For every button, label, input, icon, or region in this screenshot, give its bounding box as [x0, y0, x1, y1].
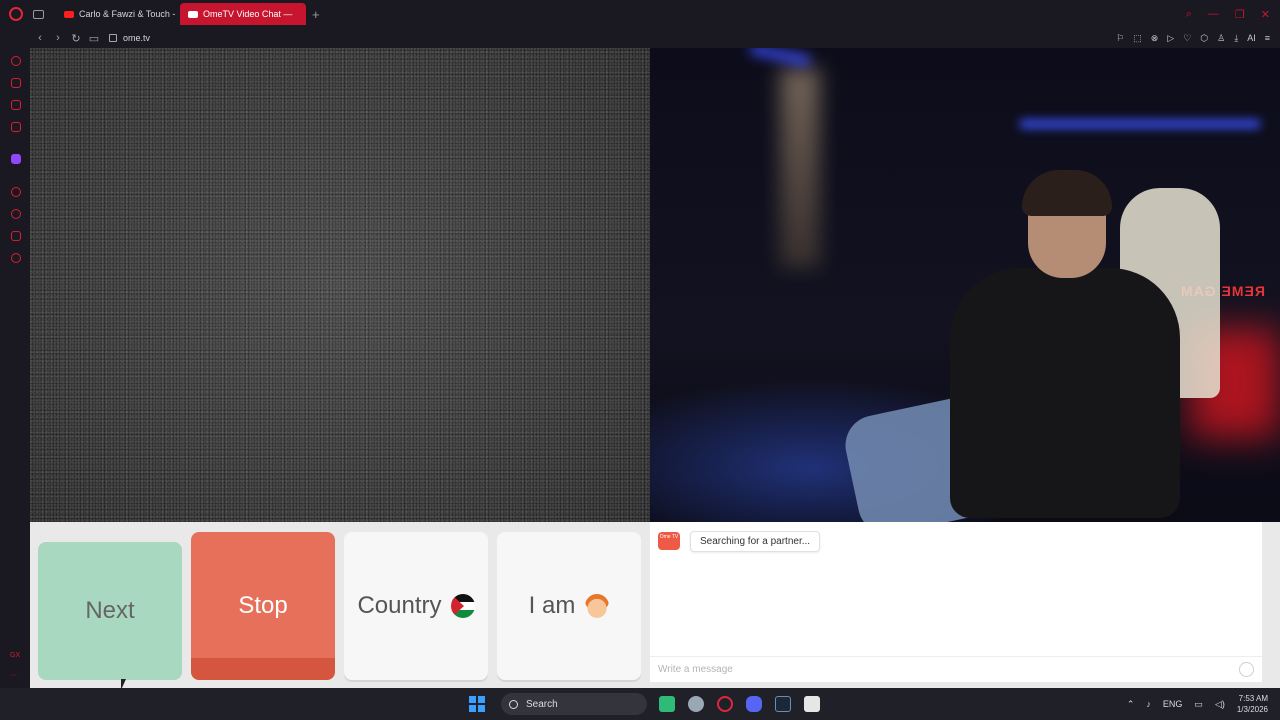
lock-icon: [109, 34, 117, 42]
microphone-icon[interactable]: ♪: [1146, 699, 1151, 709]
gx-control-icon[interactable]: [11, 56, 21, 66]
neon-light: [749, 48, 811, 67]
gx-label[interactable]: GX: [10, 652, 20, 659]
emoji-icon[interactable]: [1239, 662, 1254, 677]
heart-icon[interactable]: ♡: [1183, 33, 1191, 44]
iam-label: I am: [528, 592, 576, 619]
control-panel: Next Stop Country I am: [30, 522, 650, 690]
opera-logo-icon[interactable]: [9, 7, 23, 21]
browser-titlebar: Carlo & Fawzi & Touch - Yo OmeTV Video C…: [0, 0, 1280, 28]
country-label: Country: [357, 592, 442, 619]
messenger-icon[interactable]: [11, 100, 21, 110]
taskbar-search[interactable]: Search: [501, 693, 647, 715]
extensions-icon[interactable]: ⬡: [1200, 33, 1208, 44]
more-icon[interactable]: ···: [10, 672, 17, 679]
back-icon[interactable]: ‹: [31, 32, 49, 44]
adblock-icon[interactable]: ⊗: [1151, 33, 1159, 44]
language-indicator[interactable]: ENG: [1163, 699, 1183, 709]
bookmark-icon[interactable]: ⚐: [1116, 33, 1124, 44]
stop-label: Stop: [238, 592, 288, 619]
browser-sidebar: GX ···: [0, 48, 30, 688]
tab-label: OmeTV Video Chat —: [203, 9, 293, 19]
snapshot-icon[interactable]: ⬚: [1133, 33, 1142, 44]
message-input-area: [650, 656, 1262, 682]
twitch-icon[interactable]: [11, 154, 21, 164]
network-icon[interactable]: ▭: [1194, 699, 1203, 710]
country-button[interactable]: Country: [344, 532, 488, 680]
jordan-flag-icon: [450, 594, 475, 618]
search-icon: [509, 699, 518, 709]
youtube-icon: [64, 10, 74, 18]
mail-icon: [188, 10, 198, 18]
taskbar-center: Search: [469, 688, 833, 720]
toolbar-icons: ⚐ ⬚ ⊗ ▷ ♡ ⬡ ♙ ⤓ AI ≡: [1116, 33, 1270, 44]
tab-youtube[interactable]: Carlo & Fawzi & Touch - Yo: [56, 3, 178, 25]
tab-ometv[interactable]: OmeTV Video Chat —: [180, 3, 306, 25]
settings-gear-icon[interactable]: [688, 696, 704, 712]
next-label: Next: [85, 597, 135, 624]
forward-icon[interactable]: ›: [49, 32, 67, 44]
download-icon[interactable]: ⤓: [1234, 33, 1238, 44]
reload-icon[interactable]: ↻: [67, 32, 85, 45]
minimize-icon[interactable]: —: [1208, 8, 1219, 21]
aria-ai-button[interactable]: AI: [1247, 33, 1256, 43]
search-icon[interactable]: ⌕: [1186, 8, 1192, 21]
close-icon[interactable]: ✕: [1261, 8, 1270, 21]
person-hair: [1022, 170, 1112, 216]
system-tray: ⌃ ♪ ENG ▭ ◁) 7:53 AM 1/3/2026: [1127, 688, 1268, 720]
stop-button[interactable]: Stop: [191, 532, 335, 680]
clock[interactable]: 7:53 AM 1/3/2026: [1237, 693, 1268, 715]
opera-gx-icon[interactable]: [717, 696, 733, 712]
window-controls: ⌕ — ❐ ✕: [1186, 8, 1270, 21]
next-button[interactable]: Next: [38, 542, 182, 680]
date: 1/3/2026: [1236, 705, 1268, 714]
wall-light: [780, 68, 820, 268]
ometv-logo-icon: Ome TV: [658, 532, 680, 550]
time: 7:53 AM: [1238, 694, 1268, 703]
shop-icon[interactable]: [11, 78, 21, 88]
neon-light: [1020, 120, 1260, 128]
app-icon[interactable]: [659, 696, 675, 712]
chat-panel: Ome TV Searching for a partner...: [650, 522, 1262, 682]
menu-icon[interactable]: ≡: [1265, 33, 1270, 43]
play-icon[interactable]: ▷: [1167, 33, 1174, 44]
tab-label: Carlo & Fawzi & Touch - Yo: [79, 9, 178, 19]
news-icon[interactable]: [11, 122, 21, 132]
search-label: Search: [526, 698, 558, 710]
tab-overview-icon[interactable]: [33, 9, 44, 19]
discord-icon[interactable]: [746, 696, 762, 712]
gender-button[interactable]: I am: [497, 532, 641, 680]
status-message: Searching for a partner...: [690, 531, 821, 552]
settings-icon[interactable]: [11, 253, 21, 263]
steam-icon[interactable]: [775, 696, 791, 712]
chevron-up-icon[interactable]: ⌃: [1127, 699, 1135, 710]
extensions-sidebar-icon[interactable]: [11, 231, 21, 241]
new-tab-button[interactable]: +: [312, 7, 320, 22]
url-field[interactable]: ome.tv: [123, 33, 150, 43]
windows-taskbar: Search ⌃ ♪ ENG ▭ ◁) 7:53 AM 1/3/2026: [0, 688, 1280, 720]
history-icon[interactable]: [11, 209, 21, 219]
message-input[interactable]: [650, 657, 1210, 681]
volume-icon[interactable]: ◁): [1215, 699, 1225, 710]
wallet-icon[interactable]: ♙: [1217, 33, 1225, 44]
camera-icon[interactable]: ▭: [85, 32, 103, 45]
boy-emoji-icon: [585, 594, 610, 618]
restore-icon[interactable]: ❐: [1235, 8, 1245, 21]
player-icon[interactable]: [11, 187, 21, 197]
epic-games-icon[interactable]: [804, 696, 820, 712]
self-webcam-video: REME GAM: [650, 48, 1280, 522]
person-body: [950, 268, 1180, 518]
windows-start-icon[interactable]: [469, 696, 485, 712]
partner-video-static: [30, 48, 650, 522]
address-bar: ‹ › ↻ ▭ ome.tv ⚐ ⬚ ⊗ ▷ ♡ ⬡ ♙ ⤓ AI ≡: [0, 28, 1280, 48]
